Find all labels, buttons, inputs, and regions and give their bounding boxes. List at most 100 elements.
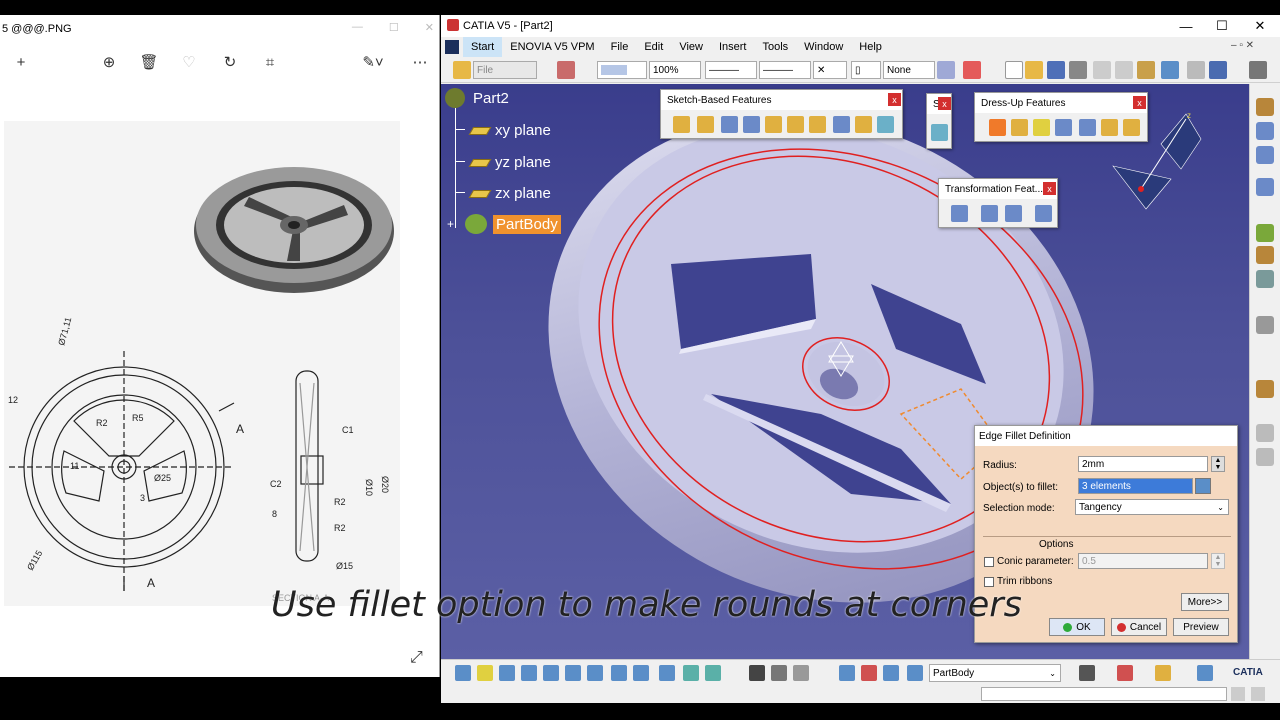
chamfer-icon[interactable] xyxy=(1011,119,1028,136)
normal-view-icon[interactable] xyxy=(587,665,603,681)
update-icon[interactable] xyxy=(749,665,765,681)
rotate-view-icon[interactable] xyxy=(521,665,537,681)
groove-icon[interactable] xyxy=(743,116,760,133)
layer-combo[interactable]: None xyxy=(883,61,935,79)
tree-root-part2[interactable]: Part2 xyxy=(473,90,509,107)
cut-icon[interactable] xyxy=(1093,61,1111,79)
shell-icon[interactable] xyxy=(1055,119,1072,136)
redo-icon[interactable] xyxy=(1187,61,1205,79)
part-icon[interactable] xyxy=(445,88,465,108)
hole-icon[interactable] xyxy=(765,116,782,133)
zoom-combo[interactable]: 100% xyxy=(649,61,701,79)
maximize-icon[interactable]: ☐ xyxy=(389,21,399,34)
pattern-icon[interactable] xyxy=(1005,205,1022,222)
close-icon[interactable]: x xyxy=(938,97,951,110)
zoom-in-icon[interactable] xyxy=(543,665,559,681)
tool-icon-2[interactable] xyxy=(1256,122,1274,140)
menu-start[interactable]: Start xyxy=(463,37,503,57)
menu-enovia[interactable]: ENOVIA V5 VPM xyxy=(502,37,602,57)
tool-icon-3[interactable] xyxy=(1256,146,1274,164)
menu-help[interactable]: Help xyxy=(851,37,890,57)
remove-face-icon[interactable] xyxy=(1123,119,1140,136)
tool-icon-9[interactable] xyxy=(1256,380,1274,398)
print-icon[interactable] xyxy=(1069,61,1087,79)
tool-icon-6[interactable] xyxy=(1256,246,1274,264)
swap-icon[interactable] xyxy=(1197,665,1213,681)
linetype-combo[interactable]: ——— xyxy=(705,61,757,79)
pocket-icon[interactable] xyxy=(697,116,714,133)
tool-icon-1[interactable] xyxy=(1256,98,1274,116)
body-select[interactable]: PartBody ⌄ xyxy=(929,664,1061,682)
selection-mode-select[interactable]: Tangency ⌄ xyxy=(1075,499,1229,515)
fly-mode-icon[interactable] xyxy=(455,665,471,681)
conic-input[interactable]: 0.5 xyxy=(1078,553,1208,569)
pan-icon[interactable] xyxy=(499,665,515,681)
knowledge-icon[interactable] xyxy=(1155,665,1171,681)
scaling-icon[interactable] xyxy=(1035,205,1052,222)
pad-icon[interactable] xyxy=(673,116,690,133)
new-icon[interactable] xyxy=(1005,61,1023,79)
undo-icon[interactable] xyxy=(1161,61,1179,79)
draft-icon[interactable] xyxy=(1033,119,1050,136)
ok-button[interactable]: OK xyxy=(1049,618,1105,636)
thickness-icon[interactable] xyxy=(1079,119,1096,136)
tree-item-zx-plane[interactable]: zx plane xyxy=(495,185,551,202)
shaft-icon[interactable] xyxy=(721,116,738,133)
painter-icon[interactable] xyxy=(937,61,955,79)
tool-icon-10[interactable] xyxy=(1256,424,1274,442)
sketcher-icon[interactable] xyxy=(931,124,948,141)
mdi-controls[interactable]: – ▫ ✕ xyxy=(1231,40,1254,51)
measure-icon[interactable] xyxy=(771,665,787,681)
edit-icon[interactable]: ✎˅ xyxy=(358,51,388,73)
close-icon[interactable]: ✕ xyxy=(425,21,434,34)
stiffener-icon[interactable] xyxy=(833,116,850,133)
point-style-combo[interactable]: ✕ xyxy=(813,61,847,79)
favorite-icon[interactable]: ♡ xyxy=(178,51,200,73)
expand-icon[interactable]: ⤢ xyxy=(410,649,430,669)
zoom-out-icon[interactable] xyxy=(565,665,581,681)
preview-button[interactable]: Preview xyxy=(1173,618,1229,636)
fit-all-icon[interactable] xyxy=(477,665,493,681)
open-folder-icon[interactable] xyxy=(453,61,471,79)
zoom-in-icon[interactable]: ⊕ xyxy=(98,51,120,73)
lineweight-combo[interactable]: ——— xyxy=(759,61,811,79)
rotate-icon[interactable]: ↻ xyxy=(219,51,241,73)
crop-icon[interactable]: ⌗ xyxy=(259,51,281,73)
iso-view-icon[interactable] xyxy=(633,665,649,681)
measure-between-icon[interactable] xyxy=(793,665,809,681)
expand-plus-icon[interactable]: + xyxy=(447,218,459,230)
tool-icon-11[interactable] xyxy=(1256,448,1274,466)
snap-icon[interactable] xyxy=(963,61,981,79)
properties-icon[interactable] xyxy=(557,61,575,79)
tree-item-yz-plane[interactable]: yz plane xyxy=(495,154,551,171)
cancel-button[interactable]: Cancel xyxy=(1111,618,1167,636)
close-icon[interactable]: x xyxy=(1133,96,1146,109)
catalog-icon[interactable] xyxy=(1079,665,1095,681)
rib-icon[interactable] xyxy=(787,116,804,133)
radius-spinner[interactable]: ▲ ▼ xyxy=(1211,456,1225,472)
thread-icon[interactable] xyxy=(1101,119,1118,136)
radius-input[interactable]: 2mm xyxy=(1078,456,1208,472)
tool-icon-4[interactable] xyxy=(1256,178,1274,196)
status-icon-2[interactable] xyxy=(1251,687,1265,701)
mirror-icon[interactable] xyxy=(981,205,998,222)
tree-item-partbody[interactable]: PartBody xyxy=(493,215,561,234)
conic-spinner[interactable]: ▲ ▼ xyxy=(1211,553,1225,569)
multi-view-icon[interactable] xyxy=(611,665,627,681)
close-icon[interactable]: x xyxy=(888,93,901,106)
selection-list-icon[interactable] xyxy=(1195,478,1211,494)
objects-input[interactable]: 3 elements xyxy=(1078,478,1193,494)
help-icon[interactable] xyxy=(1209,61,1227,79)
publish-icon[interactable] xyxy=(1117,665,1133,681)
shading-icon[interactable] xyxy=(659,665,675,681)
close-button[interactable]: ✕ xyxy=(1241,15,1279,37)
paste-icon[interactable] xyxy=(1137,61,1155,79)
tool-icon-7[interactable] xyxy=(1256,270,1274,288)
command-input[interactable] xyxy=(981,687,1227,701)
menu-insert[interactable]: Insert xyxy=(711,37,755,57)
maximize-button[interactable]: ☐ xyxy=(1203,15,1241,37)
conic-checkbox[interactable] xyxy=(984,557,994,567)
minimize-button[interactable]: — xyxy=(1167,15,1205,37)
open-icon[interactable] xyxy=(1025,61,1043,79)
status-icon-1[interactable] xyxy=(1231,687,1245,701)
